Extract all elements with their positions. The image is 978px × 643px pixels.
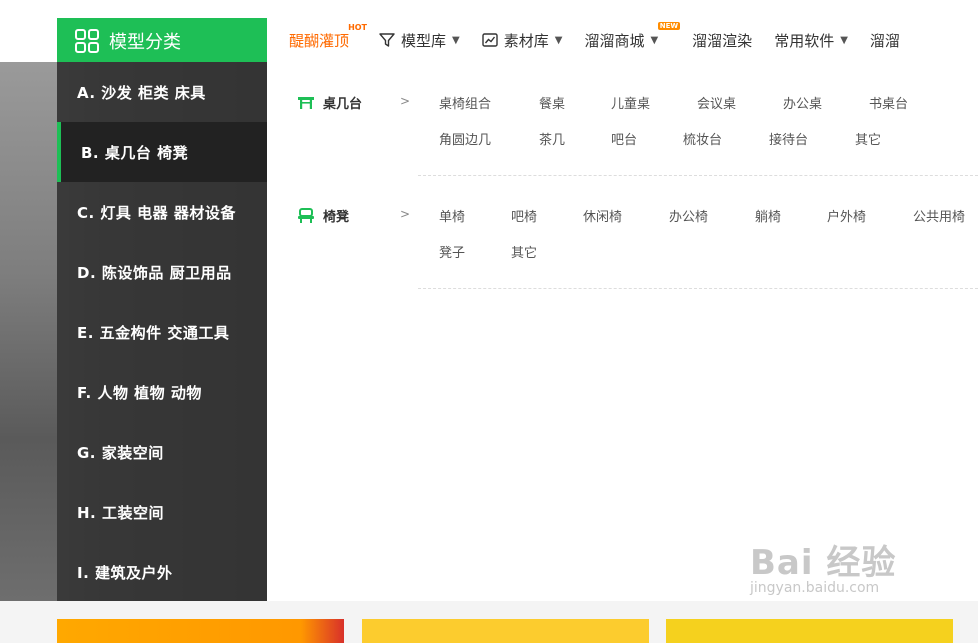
sidebar-item-d[interactable]: D. 陈设饰品 厨卫用品 <box>57 242 267 302</box>
chevron-right-icon: > <box>400 207 411 221</box>
sidebar-item-label: H. 工装空间 <box>77 503 164 522</box>
link-item[interactable]: 其它 <box>855 129 881 148</box>
top-nav-bar: 模型分类 醍醐灌顶 HOT 模型库 ▼ 素材库 ▼ 溜溜商城 ▼ NEW 溜溜渲… <box>0 0 978 63</box>
background-strip <box>0 62 57 601</box>
link-item[interactable]: 接待台 <box>769 129 808 148</box>
link-item[interactable]: 梳妆台 <box>683 129 722 148</box>
sidebar-item-label: F. 人物 植物 动物 <box>77 383 202 402</box>
link-item[interactable]: 户外椅 <box>827 206 866 225</box>
link-item[interactable]: 躺椅 <box>755 206 781 225</box>
category-sidebar: A. 沙发 柜类 床具 B. 桌几台 椅凳 C. 灯具 电器 器材设备 D. 陈… <box>57 62 267 601</box>
subcategory-panel: 桌几台 > 桌椅组合 餐桌 儿童桌 会议桌 办公桌 书桌台 角圆边几 茶几 吧台… <box>267 62 978 601</box>
chevron-down-icon: ▼ <box>650 34 659 46</box>
sidebar-item-h[interactable]: H. 工装空间 <box>57 482 267 542</box>
link-item[interactable]: 会议桌 <box>697 93 736 112</box>
sidebar-item-label: G. 家装空间 <box>77 443 164 462</box>
nav-item-store[interactable]: 溜溜商城 ▼ NEW <box>584 21 681 51</box>
chevron-down-icon: ▼ <box>554 34 563 46</box>
baidu-watermark: Bai 经验 jingyan.baidu.com <box>750 535 896 596</box>
link-item[interactable]: 公共用椅 <box>913 206 965 225</box>
nav-label: 素材库 <box>503 31 549 50</box>
group-title-chairs[interactable]: 椅凳 <box>297 206 349 225</box>
watermark-main: Bai 经验 <box>750 543 897 583</box>
nav-label: 常用软件 <box>774 31 835 50</box>
sidebar-item-b[interactable]: B. 桌几台 椅凳 <box>57 122 267 182</box>
group-title-tables[interactable]: 桌几台 <box>297 93 362 112</box>
sidebar-item-a[interactable]: A. 沙发 柜类 床具 <box>57 62 267 122</box>
nav-item-render[interactable]: 溜溜渲染 <box>692 30 752 51</box>
nav-item-liuliu[interactable]: 溜溜 <box>870 30 900 51</box>
nav-item-material-library[interactable]: 素材库 ▼ <box>482 30 563 51</box>
table-icon <box>298 96 314 109</box>
nav-item-model-library[interactable]: 模型库 ▼ <box>379 30 460 51</box>
link-item[interactable]: 桌椅组合 <box>439 93 491 112</box>
category-header[interactable]: 模型分类 <box>57 18 267 63</box>
link-item[interactable]: 其它 <box>511 242 537 261</box>
nav-label: 溜溜渲染 <box>692 31 753 50</box>
sidebar-item-g[interactable]: G. 家装空间 <box>57 422 267 482</box>
nav-label: 模型库 <box>401 31 447 50</box>
chevron-down-icon: ▼ <box>452 34 460 46</box>
sidebar-item-c[interactable]: C. 灯具 电器 器材设备 <box>57 182 267 242</box>
new-badge: NEW <box>657 21 681 30</box>
divider <box>418 288 978 289</box>
link-item[interactable]: 吧台 <box>611 129 637 148</box>
main-nav: 醍醐灌顶 HOT 模型库 ▼ 素材库 ▼ 溜溜商城 ▼ NEW 溜溜渲染 常用软… <box>289 18 922 62</box>
nav-label: 溜溜商城 <box>584 31 645 50</box>
chevron-down-icon: ▼ <box>840 34 848 46</box>
chart-icon <box>482 33 498 47</box>
link-item[interactable]: 办公椅 <box>669 206 708 225</box>
chevron-right-icon: > <box>400 94 411 108</box>
link-item[interactable]: 茶几 <box>539 129 565 148</box>
link-item[interactable]: 办公桌 <box>783 93 822 112</box>
group-title-label: 椅凳 <box>323 210 350 225</box>
banner-card[interactable] <box>57 619 344 643</box>
grid-icon <box>75 28 99 53</box>
chair-icon <box>298 207 314 223</box>
sidebar-item-e[interactable]: E. 五金构件 交通工具 <box>57 302 267 362</box>
sidebar-item-label: I. 建筑及户外 <box>77 563 173 582</box>
link-item[interactable]: 休闲椅 <box>583 206 622 225</box>
banner-card[interactable] <box>362 619 649 643</box>
sidebar-item-i[interactable]: I. 建筑及户外 <box>57 542 267 602</box>
group-title-label: 桌几台 <box>323 97 363 112</box>
funnel-icon <box>379 33 395 47</box>
sidebar-item-label: C. 灯具 电器 器材设备 <box>77 203 236 222</box>
nav-item-software[interactable]: 常用软件 ▼ <box>774 30 848 51</box>
sidebar-item-label: D. 陈设饰品 厨卫用品 <box>77 263 232 282</box>
divider <box>418 175 978 176</box>
watermark-sub: jingyan.baidu.com <box>750 580 880 596</box>
nav-label: 溜溜 <box>869 31 900 50</box>
sidebar-item-f[interactable]: F. 人物 植物 动物 <box>57 362 267 422</box>
sidebar-item-label: A. 沙发 柜类 床具 <box>77 83 206 102</box>
link-item[interactable]: 餐桌 <box>539 93 565 112</box>
hot-badge: HOT <box>348 22 368 32</box>
link-item[interactable]: 书桌台 <box>869 93 908 112</box>
banner-card[interactable] <box>666 619 953 643</box>
category-title: 模型分类 <box>109 31 181 53</box>
sidebar-item-label: E. 五金构件 交通工具 <box>77 323 230 342</box>
nav-label: 醍醐灌顶 <box>289 31 350 50</box>
sidebar-item-label: B. 桌几台 椅凳 <box>81 143 189 162</box>
link-item[interactable]: 吧椅 <box>511 206 537 225</box>
link-item[interactable]: 单椅 <box>439 206 465 225</box>
link-item[interactable]: 儿童桌 <box>611 93 650 112</box>
nav-item-tihuguanding[interactable]: 醍醐灌顶 HOT <box>289 23 367 51</box>
link-item[interactable]: 角圆边几 <box>439 129 491 148</box>
link-item[interactable]: 凳子 <box>439 242 465 261</box>
